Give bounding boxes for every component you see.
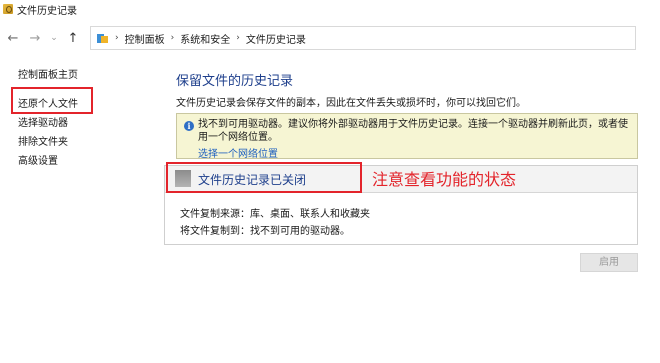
sidebar-item-select-drive[interactable]: 选择驱动器 (18, 114, 128, 133)
control-panel-icon (97, 33, 109, 44)
chevron-down-icon[interactable]: ⌄ (46, 27, 62, 49)
highlight-box-status (166, 162, 362, 193)
copy-to-value: 找不到可用的驱动器。 (250, 226, 350, 237)
file-history-icon (3, 4, 13, 14)
copy-from-label: 文件复制来源： (180, 209, 250, 220)
breadcrumb-control-panel[interactable]: 控制面板 (125, 31, 165, 46)
info-icon: i (184, 121, 194, 131)
back-arrow-icon[interactable]: ← (2, 27, 24, 49)
title-bar: 文件历史记录 (0, 0, 660, 18)
forward-arrow-icon[interactable]: → (24, 27, 46, 49)
warning-banner: i 找不到可用驱动器。建议你将外部驱动器用于文件历史记录。连接一个驱动器并刷新此… (176, 113, 638, 160)
highlight-box-restore (11, 87, 93, 114)
chevron-right-icon: › (170, 33, 175, 43)
copy-to-label: 将文件复制到： (180, 226, 250, 237)
select-network-location-link[interactable]: 选择一个网络位置 (198, 145, 278, 160)
copy-from-value: 库、桌面、联系人和收藏夹 (250, 209, 370, 220)
page-title: 保留文件的历史记录 (176, 74, 294, 89)
warning-text: 找不到可用驱动器。建议你将外部驱动器用于文件历史记录。连接一个驱动器并刷新此页，… (198, 119, 628, 143)
sidebar-item-exclude-folders[interactable]: 排除文件夹 (18, 133, 128, 152)
enable-button[interactable]: 启用 (580, 253, 638, 272)
breadcrumb-file-history[interactable]: 文件历史记录 (246, 31, 306, 46)
chevron-right-icon: › (236, 33, 240, 43)
copy-to-row: 将文件复制到： 找不到可用的驱动器。 (180, 222, 350, 237)
up-arrow-icon[interactable]: ↑ (62, 27, 84, 49)
copy-from-row: 文件复制来源： 库、桌面、联系人和收藏夹 (180, 205, 370, 220)
sidebar: 控制面板主页 还原个人文件 选择驱动器 排除文件夹 高级设置 (18, 66, 128, 171)
annotation-text: 注意查看功能的状态 (372, 170, 517, 189)
breadcrumb-system-security[interactable]: 系统和安全 (180, 31, 230, 46)
address-row: ← → ⌄ ↑ › 控制面板 › 系统和安全 › 文件历史记录 (0, 24, 660, 52)
sidebar-item-advanced-settings[interactable]: 高级设置 (18, 152, 128, 171)
sidebar-item-control-panel-home[interactable]: 控制面板主页 (18, 66, 128, 85)
window-title: 文件历史记录 (17, 5, 77, 17)
address-bar[interactable]: › 控制面板 › 系统和安全 › 文件历史记录 (90, 26, 636, 50)
chevron-right-icon: › (115, 33, 119, 43)
page-description: 文件历史记录会保存文件的副本，因此在文件丢失或损坏时，你可以找回它们。 (176, 98, 526, 109)
